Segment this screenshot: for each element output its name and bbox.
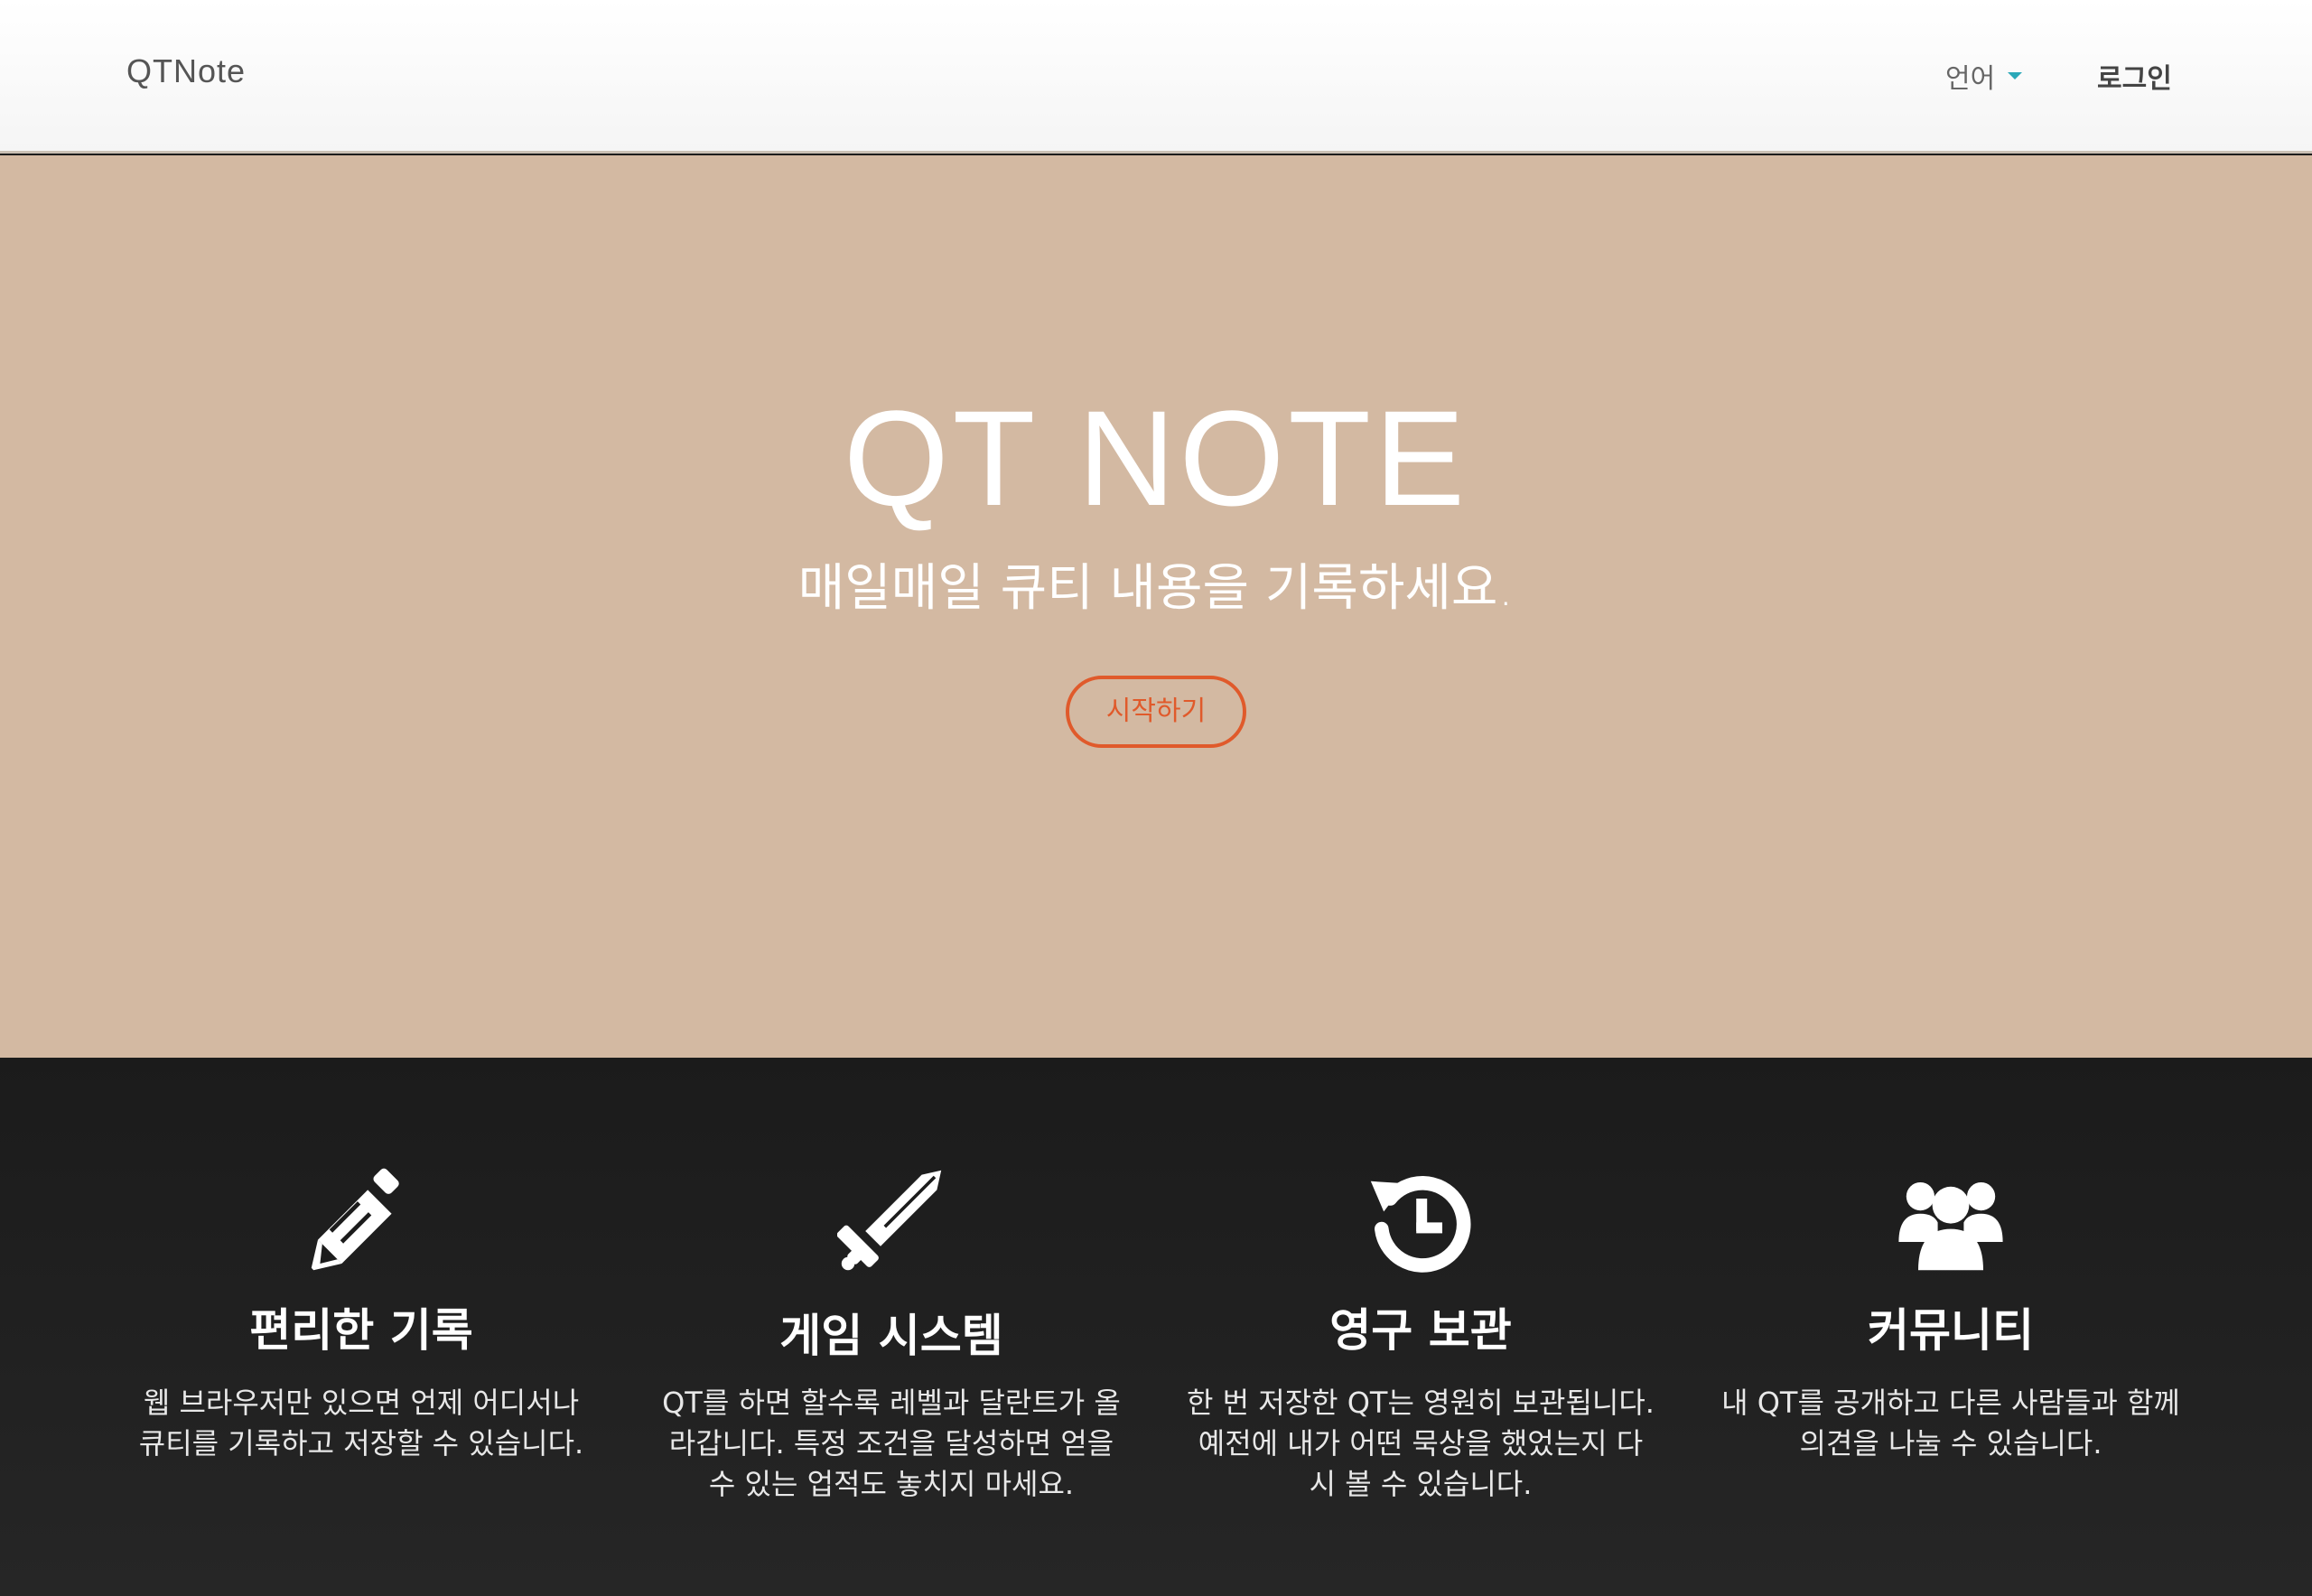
feature-description: QT를 하면 할수록 레벨과 달란트가 올라갑니다. 특정 조건을 달성하면 얻…: [662, 1386, 1121, 1501]
feature-title: 게임 시스템: [779, 1310, 1003, 1362]
navbar: QTNote 언어 로그인: [0, 0, 2312, 154]
feature-title: 영구 보관: [1329, 1304, 1512, 1357]
feature-description: 웹 브라우저만 있으면 언제 어디서나 큐티를 기록하고 저장할 수 있습니다.: [138, 1386, 584, 1461]
login-link[interactable]: 로그인: [2097, 56, 2172, 96]
hero-title: QT NOTE: [844, 382, 1468, 534]
start-button[interactable]: 시작하기: [1066, 676, 1246, 748]
sword-icon: [836, 1166, 946, 1274]
brand-link[interactable]: QTNote: [126, 52, 246, 90]
hero-section: QT NOTE 매일매일 큐티 내용을 기록하세요. 시작하기: [0, 155, 2312, 1058]
language-label: 언어: [1945, 63, 1996, 95]
history-icon: [1366, 1166, 1475, 1274]
feature-title: 편리한 기록: [249, 1304, 473, 1357]
caret-down-icon: [2008, 72, 2023, 79]
hero-subtitle: 매일매일 큐티 내용을 기록하세요.: [797, 559, 1515, 618]
features-section: 편리한 기록 웹 브라우저만 있으면 언제 어디서나 큐티를 기록하고 저장할 …: [0, 1058, 2312, 1596]
feature-description: 내 QT를 공개하고 다른 사람들과 함께 의견을 나눌 수 있습니다.: [1721, 1386, 2180, 1461]
pencil-icon: [307, 1166, 415, 1274]
feature-description: 한 번 저장한 QT는 영원히 보관됩니다. 예전에 내가 어떤 묵상을 했었는…: [1187, 1386, 1655, 1501]
users-icon: [1897, 1166, 2005, 1274]
feature-title: 커뮤니티: [1868, 1304, 2034, 1357]
language-dropdown[interactable]: 언어: [1945, 56, 2023, 96]
